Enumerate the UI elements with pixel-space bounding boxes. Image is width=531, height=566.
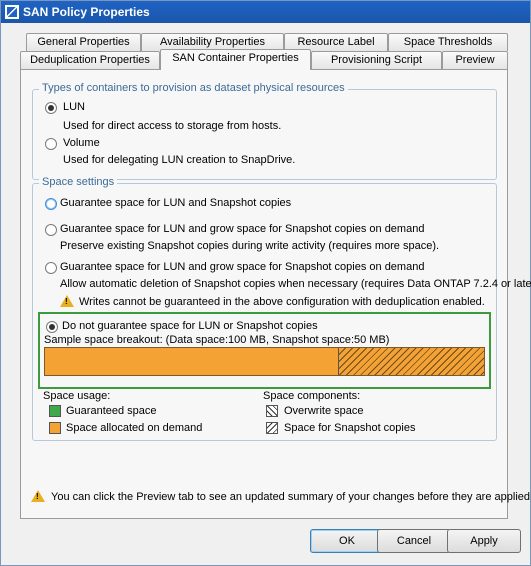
guarantee-grow-preserve-radio[interactable]: [45, 224, 57, 236]
volume-description: Used for delegating LUN creation to Snap…: [63, 154, 296, 166]
guarantee-grow-preserve-description: Preserve existing Snapshot copies during…: [60, 240, 440, 252]
app-icon: [5, 5, 19, 19]
guaranteed-space-label: Guaranteed space: [66, 405, 157, 417]
cancel-button[interactable]: Cancel: [377, 529, 451, 553]
preview-hint-text: You can click the Preview tab to see an …: [51, 491, 531, 503]
on-demand-swatch: [49, 422, 61, 434]
volume-radio[interactable]: [45, 138, 57, 150]
no-guarantee-label: Do not guarantee space for LUN or Snapsh…: [62, 320, 318, 332]
space-settings-group: Space settings Guarantee space for LUN a…: [32, 176, 531, 441]
snapshot-space-swatch: [266, 422, 278, 434]
title-bar[interactable]: SAN Policy Properties: [1, 1, 530, 23]
guarantee-grow-preserve-label: Guarantee space for LUN and grow space f…: [60, 223, 425, 235]
tab-panel: Types of containers to provision as data…: [20, 69, 531, 519]
guarantee-grow-delete-radio[interactable]: [45, 262, 57, 274]
guarantee-grow-delete-label: Guarantee space for LUN and grow space f…: [60, 261, 425, 273]
lun-description: Used for direct access to storage from h…: [63, 120, 282, 132]
tab-provisioning-script[interactable]: Provisioning Script: [311, 51, 442, 69]
space-components-title: Space components:: [263, 390, 361, 402]
space-settings-legend: Space settings: [39, 176, 118, 188]
dedup-warning-text: Writes cannot be guaranteed in the above…: [79, 296, 485, 308]
space-breakout-bar: [44, 347, 485, 376]
warning-icon: !: [60, 295, 74, 307]
space-usage-title: Space usage:: [43, 390, 111, 402]
apply-button[interactable]: Apply: [447, 529, 521, 553]
info-warning-icon: !: [31, 490, 45, 502]
no-guarantee-option-box: Do not guarantee space for LUN or Snapsh…: [38, 312, 491, 389]
snapshot-space-label: Space for Snapshot copies: [284, 422, 416, 434]
guarantee-lun-snapshot-radio[interactable]: [45, 198, 57, 210]
volume-label: Volume: [63, 137, 100, 149]
space-breakout-label: Sample space breakout: (Data space:100 M…: [44, 334, 390, 346]
overwrite-space-swatch: [266, 405, 278, 417]
ok-button[interactable]: OK: [310, 529, 384, 553]
no-guarantee-radio[interactable]: [46, 321, 58, 333]
dialog-window: SAN Policy Properties General Properties…: [0, 0, 531, 566]
window-title: SAN Policy Properties: [23, 5, 150, 19]
guaranteed-space-swatch: [49, 405, 61, 417]
tab-general-properties[interactable]: General Properties: [26, 33, 141, 51]
container-types-legend: Types of containers to provision as data…: [39, 82, 348, 94]
data-space-segment: [45, 348, 338, 375]
snapshot-space-segment: [337, 348, 484, 375]
guarantee-lun-snapshot-label: Guarantee space for LUN and Snapshot cop…: [60, 197, 292, 209]
tab-deduplication-properties[interactable]: Deduplication Properties: [20, 51, 160, 69]
lun-label: LUN: [63, 101, 86, 113]
tab-preview[interactable]: Preview: [442, 51, 508, 69]
tab-san-container-properties[interactable]: SAN Container Properties: [160, 49, 311, 70]
on-demand-label: Space allocated on demand: [66, 422, 203, 434]
lun-radio[interactable]: [45, 102, 57, 114]
container-types-group: Types of containers to provision as data…: [32, 82, 497, 180]
tab-space-thresholds[interactable]: Space Thresholds: [388, 33, 508, 51]
overwrite-space-label: Overwrite space: [284, 405, 364, 417]
guarantee-grow-delete-description: Allow automatic deletion of Snapshot cop…: [60, 278, 531, 290]
